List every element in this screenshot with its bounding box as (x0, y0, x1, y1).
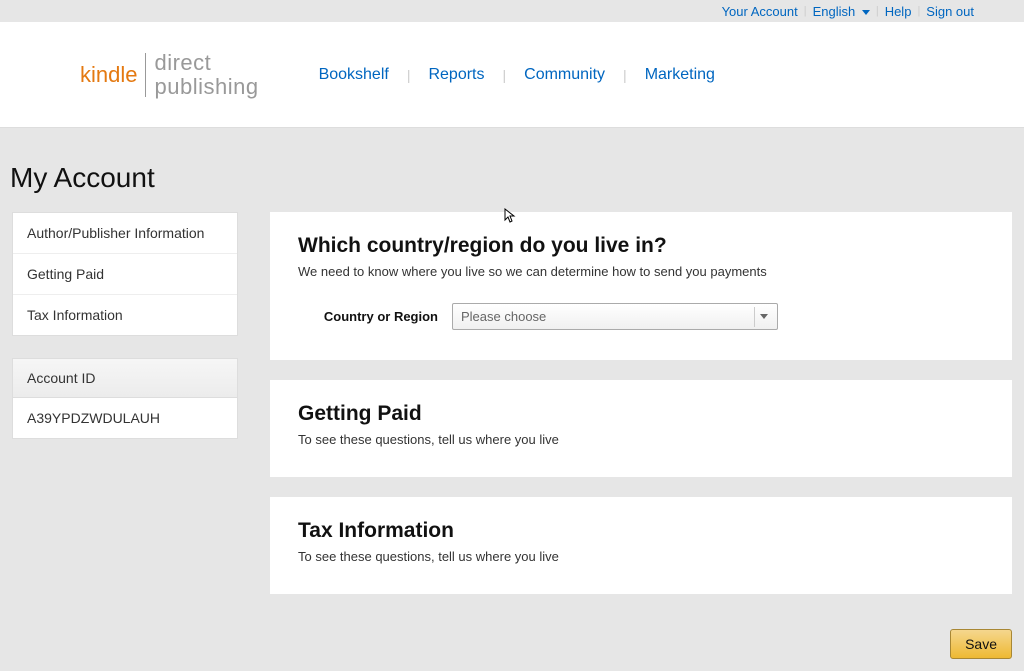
nav-community[interactable]: Community (524, 66, 605, 84)
sidebar-account-id: Account ID A39YPDZWDULAUH (12, 358, 238, 439)
getting-paid-title: Getting Paid (298, 402, 984, 426)
sidebar-item-author-info[interactable]: Author/Publisher Information (13, 213, 237, 254)
tax-info-card: Tax Information To see these questions, … (270, 497, 1012, 594)
separator: | (917, 5, 920, 17)
tax-info-subtitle: To see these questions, tell us where yo… (298, 549, 984, 564)
country-region-card: Which country/region do you live in? We … (270, 212, 1012, 360)
primary-nav: Bookshelf | Reports | Community | Market… (319, 66, 715, 84)
main-layout: Author/Publisher Information Getting Pai… (0, 212, 1024, 594)
separator: | (503, 67, 507, 83)
getting-paid-card: Getting Paid To see these questions, tel… (270, 380, 1012, 477)
content-area: Which country/region do you live in? We … (270, 212, 1012, 594)
country-region-field-label: Country or Region (298, 309, 438, 324)
nav-marketing[interactable]: Marketing (645, 66, 715, 84)
separator: | (623, 67, 627, 83)
account-id-value: A39YPDZWDULAUH (13, 398, 237, 438)
logo-divider (145, 53, 146, 97)
country-region-select[interactable]: Please choose (452, 303, 778, 330)
getting-paid-subtitle: To see these questions, tell us where yo… (298, 432, 984, 447)
sidebar-item-tax-info[interactable]: Tax Information (13, 295, 237, 335)
country-region-title: Which country/region do you live in? (298, 234, 984, 258)
save-button-wrap: Save (950, 629, 1012, 659)
tax-info-title: Tax Information (298, 519, 984, 543)
kdp-logo[interactable]: kindle direct publishing (80, 51, 259, 97)
country-region-select-wrap: Please choose (452, 303, 778, 330)
sidebar: Author/Publisher Information Getting Pai… (12, 212, 238, 594)
logo-dp-text: direct publishing (154, 51, 258, 97)
sign-out-link[interactable]: Sign out (926, 4, 974, 19)
country-region-subtitle: We need to know where you live so we can… (298, 264, 984, 279)
main-header: kindle direct publishing Bookshelf | Rep… (0, 22, 1024, 128)
utility-bar: Your Account | English | Help | Sign out (0, 0, 1024, 22)
your-account-link[interactable]: Your Account (722, 4, 798, 19)
help-link[interactable]: Help (885, 4, 912, 19)
save-button[interactable]: Save (950, 629, 1012, 659)
separator: | (876, 5, 879, 17)
logo-kindle-text: kindle (80, 62, 145, 88)
separator: | (804, 5, 807, 17)
sidebar-sections: Author/Publisher Information Getting Pai… (12, 212, 238, 336)
nav-bookshelf[interactable]: Bookshelf (319, 66, 389, 84)
account-id-label: Account ID (13, 359, 237, 398)
sidebar-item-getting-paid[interactable]: Getting Paid (13, 254, 237, 295)
country-region-row: Country or Region Please choose (298, 303, 984, 330)
page-title: My Account (0, 128, 1024, 212)
separator: | (407, 67, 411, 83)
chevron-down-icon (862, 10, 870, 15)
language-selector[interactable]: English (813, 4, 870, 19)
nav-reports[interactable]: Reports (428, 66, 484, 84)
